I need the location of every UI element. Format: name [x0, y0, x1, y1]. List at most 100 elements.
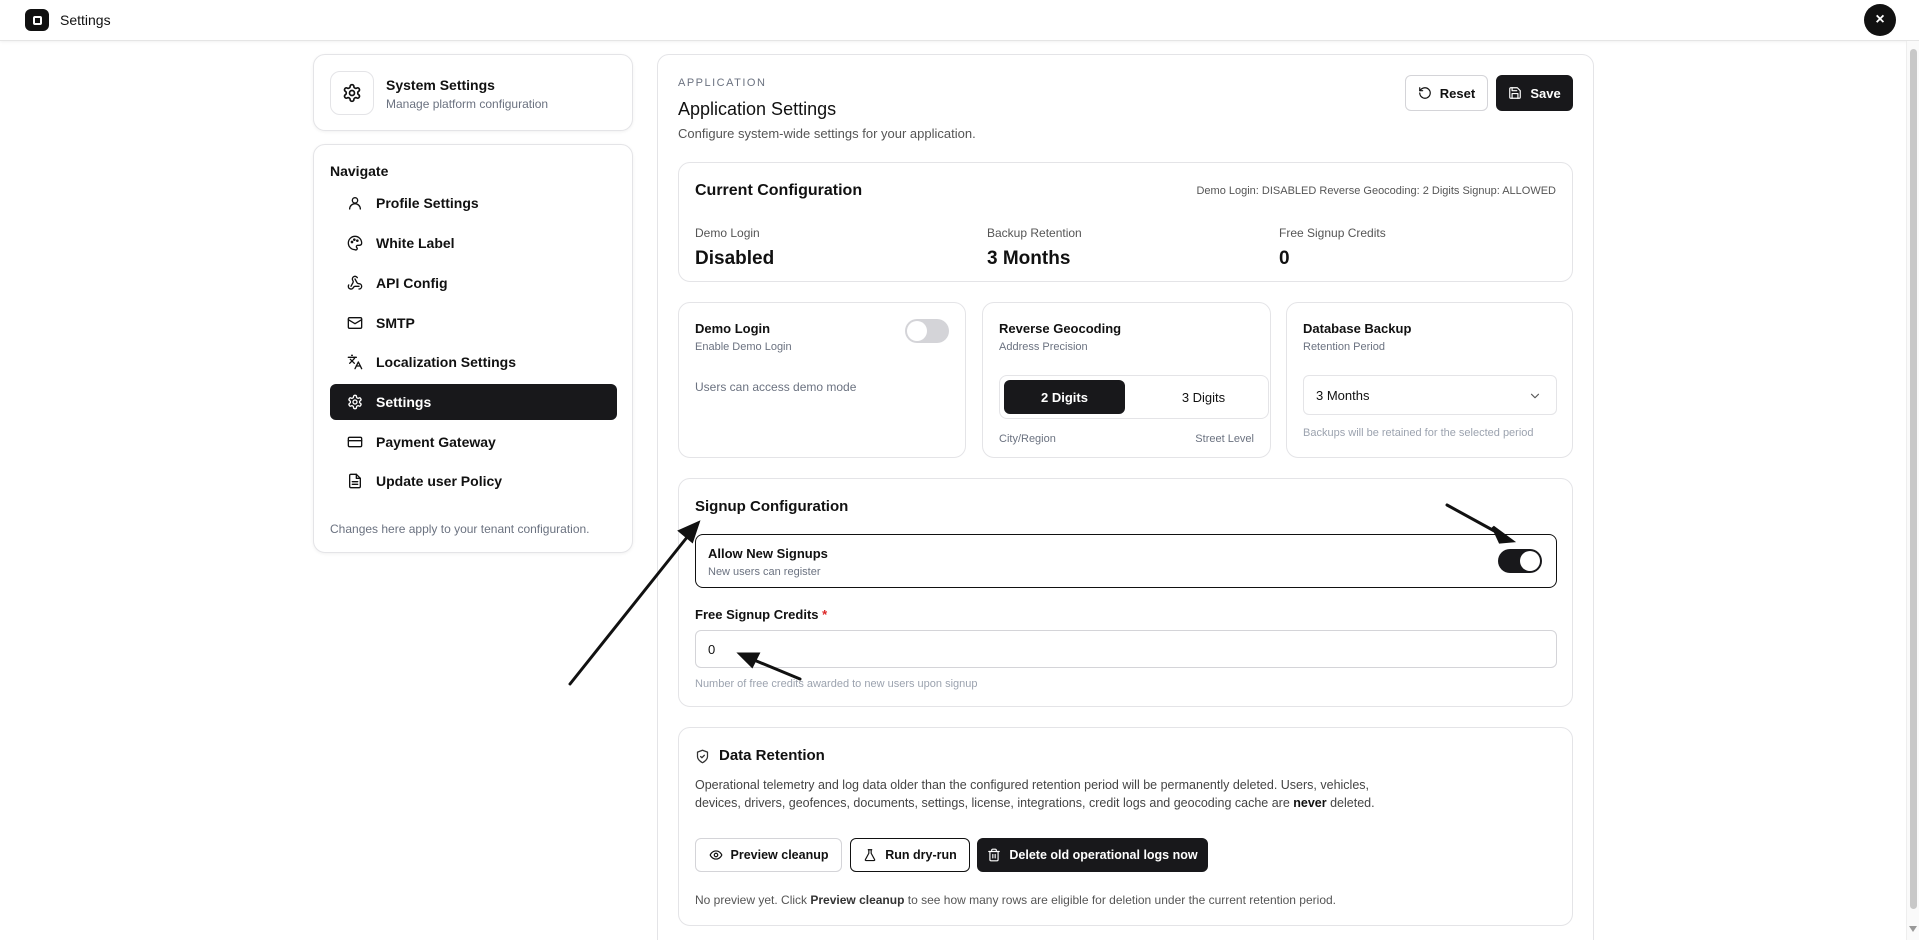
section-eyebrow: APPLICATION [678, 77, 767, 89]
webhook-icon [346, 274, 364, 292]
gear-icon [330, 71, 374, 115]
sidebar-item-label: SMTP [376, 315, 415, 331]
sidebar-item-label: API Config [376, 275, 448, 291]
sidebar-item-label: Profile Settings [376, 195, 479, 211]
scroll-down-arrow-icon[interactable] [1909, 926, 1917, 932]
rotate-ccw-icon [1418, 86, 1432, 100]
precision-option-3-digits[interactable]: 3 Digits [1143, 380, 1264, 414]
cleanup-preview-status: No preview yet. Click Preview cleanup to… [695, 893, 1336, 907]
precision-caption-right: Street Level [1195, 433, 1254, 445]
user-icon [346, 194, 364, 212]
sidebar-item-payment-gateway[interactable]: Payment Gateway [330, 424, 617, 460]
save-button[interactable]: Save [1496, 75, 1573, 111]
free-credits-stat-value: 0 [1279, 248, 1290, 269]
free-credits-stat-label: Free Signup Credits [1279, 226, 1386, 240]
nav-heading: Navigate [330, 163, 389, 179]
retention-period-select[interactable]: 3 Months [1303, 375, 1557, 415]
preview-cleanup-button[interactable]: Preview cleanup [695, 838, 842, 872]
flask-icon [863, 848, 877, 862]
sidebar-item-smtp[interactable]: SMTP [330, 305, 617, 341]
backup-retention-stat-label: Backup Retention [987, 226, 1082, 240]
demo-login-toggle[interactable] [905, 319, 949, 343]
current-configuration-card: Current Configuration Demo Login: DISABL… [678, 162, 1573, 282]
file-text-icon [346, 472, 364, 490]
sidebar-item-label: Settings [376, 394, 432, 410]
chevron-down-icon [1528, 389, 1542, 406]
sidebar-item-label: Payment Gateway [376, 434, 496, 450]
data-retention-card: Data Retention Operational telemetry and… [678, 727, 1573, 926]
sidebar-item-label: Update user Policy [376, 473, 503, 489]
demo-login-stat-label: Demo Login [695, 226, 760, 240]
save-label: Save [1530, 85, 1561, 101]
sidebar-item-update-user-policy[interactable]: Update user Policy [330, 463, 617, 499]
delete-old-logs-button[interactable]: Delete old operational logs now [977, 838, 1208, 872]
backup-help-text: Backups will be retained for the selecte… [1303, 427, 1534, 439]
run-dry-run-button[interactable]: Run dry-run [850, 838, 970, 872]
retention-period-value: 3 Months [1316, 387, 1370, 403]
sidebar-item-profile-settings[interactable]: Profile Settings [330, 185, 617, 221]
nav-footer-note: Changes here apply to your tenant config… [330, 522, 590, 536]
sidebar-item-label: White Label [376, 235, 455, 251]
precision-segmented-control: 2 Digits 3 Digits [999, 375, 1269, 419]
gear-icon [346, 393, 364, 411]
application-settings-panel: APPLICATION Application Settings Configu… [657, 54, 1594, 940]
precision-option-2-digits[interactable]: 2 Digits [1004, 380, 1125, 414]
languages-icon [346, 353, 364, 371]
signup-configuration-title: Signup Configuration [695, 498, 849, 515]
precision-caption-left: City/Region [999, 433, 1056, 445]
eye-icon [709, 848, 723, 862]
preview-cleanup-label: Preview cleanup [730, 848, 829, 862]
configuration-summary: Demo Login: DISABLED Reverse Geocoding: … [1196, 185, 1556, 197]
close-button[interactable]: × [1864, 4, 1896, 36]
backup-retention-stat-value: 3 Months [987, 248, 1071, 269]
shield-check-icon [695, 749, 710, 769]
scrollbar-thumb[interactable] [1910, 49, 1917, 909]
database-backup-title: Database Backup [1303, 321, 1412, 336]
sidebar-item-label: Localization Settings [376, 354, 517, 370]
sidebar-item-api-config[interactable]: API Config [330, 265, 617, 301]
mail-icon [346, 314, 364, 332]
reverse-geocoding-subtitle: Address Precision [999, 341, 1088, 353]
demo-login-title: Demo Login [695, 321, 771, 336]
app-logo-icon [25, 9, 49, 31]
database-backup-subtitle: Retention Period [1303, 341, 1385, 353]
demo-login-stat-value: Disabled [695, 248, 775, 269]
reset-label: Reset [1439, 85, 1476, 101]
page-subtitle: Configure system-wide settings for your … [678, 126, 976, 141]
system-settings-title: System Settings [386, 77, 495, 93]
current-configuration-title: Current Configuration [695, 182, 863, 199]
allow-new-signups-row: Allow New Signups New users can register [695, 534, 1557, 588]
data-retention-description: Operational telemetry and log data older… [695, 778, 1375, 810]
page-title: Application Settings [678, 99, 837, 119]
allow-new-signups-toggle[interactable] [1498, 549, 1542, 573]
demo-login-subtitle: Enable Demo Login [695, 341, 792, 353]
allow-new-signups-title: Allow New Signups [708, 546, 828, 561]
palette-icon [346, 234, 364, 252]
save-icon [1508, 86, 1522, 100]
reset-button[interactable]: Reset [1405, 75, 1488, 111]
sidebar-item-localization-settings[interactable]: Localization Settings [330, 344, 617, 380]
system-settings-subtitle: Manage platform configuration [386, 97, 549, 111]
page-scrollbar[interactable] [1906, 41, 1919, 940]
app-title: Settings [60, 12, 111, 28]
demo-login-description: Users can access demo mode [695, 380, 857, 394]
credit-card-icon [346, 433, 364, 451]
sidebar-item-settings[interactable]: Settings [330, 384, 617, 420]
navigation-card: Navigate Profile Settings White Label AP… [313, 144, 633, 553]
signup-configuration-card: Signup Configuration Allow New Signups N… [678, 478, 1573, 707]
top-bar: Settings × [0, 0, 1919, 41]
system-settings-card: System Settings Manage platform configur… [313, 54, 633, 131]
reverse-geocoding-card: Reverse Geocoding Address Precision 2 Di… [982, 302, 1271, 458]
free-signup-credits-input[interactable] [695, 630, 1557, 668]
database-backup-card: Database Backup Retention Period 3 Month… [1286, 302, 1573, 458]
required-mark: * [822, 607, 828, 622]
reverse-geocoding-title: Reverse Geocoding [999, 321, 1122, 336]
sidebar-item-white-label[interactable]: White Label [330, 225, 617, 261]
data-retention-title: Data Retention [719, 747, 825, 764]
close-icon: × [1875, 11, 1885, 28]
trash-icon [987, 848, 1001, 862]
free-signup-credits-label: Free Signup Credits * [695, 607, 828, 622]
run-dry-run-label: Run dry-run [885, 848, 957, 862]
allow-new-signups-subtitle: New users can register [708, 566, 821, 578]
delete-old-logs-label: Delete old operational logs now [1009, 848, 1198, 862]
